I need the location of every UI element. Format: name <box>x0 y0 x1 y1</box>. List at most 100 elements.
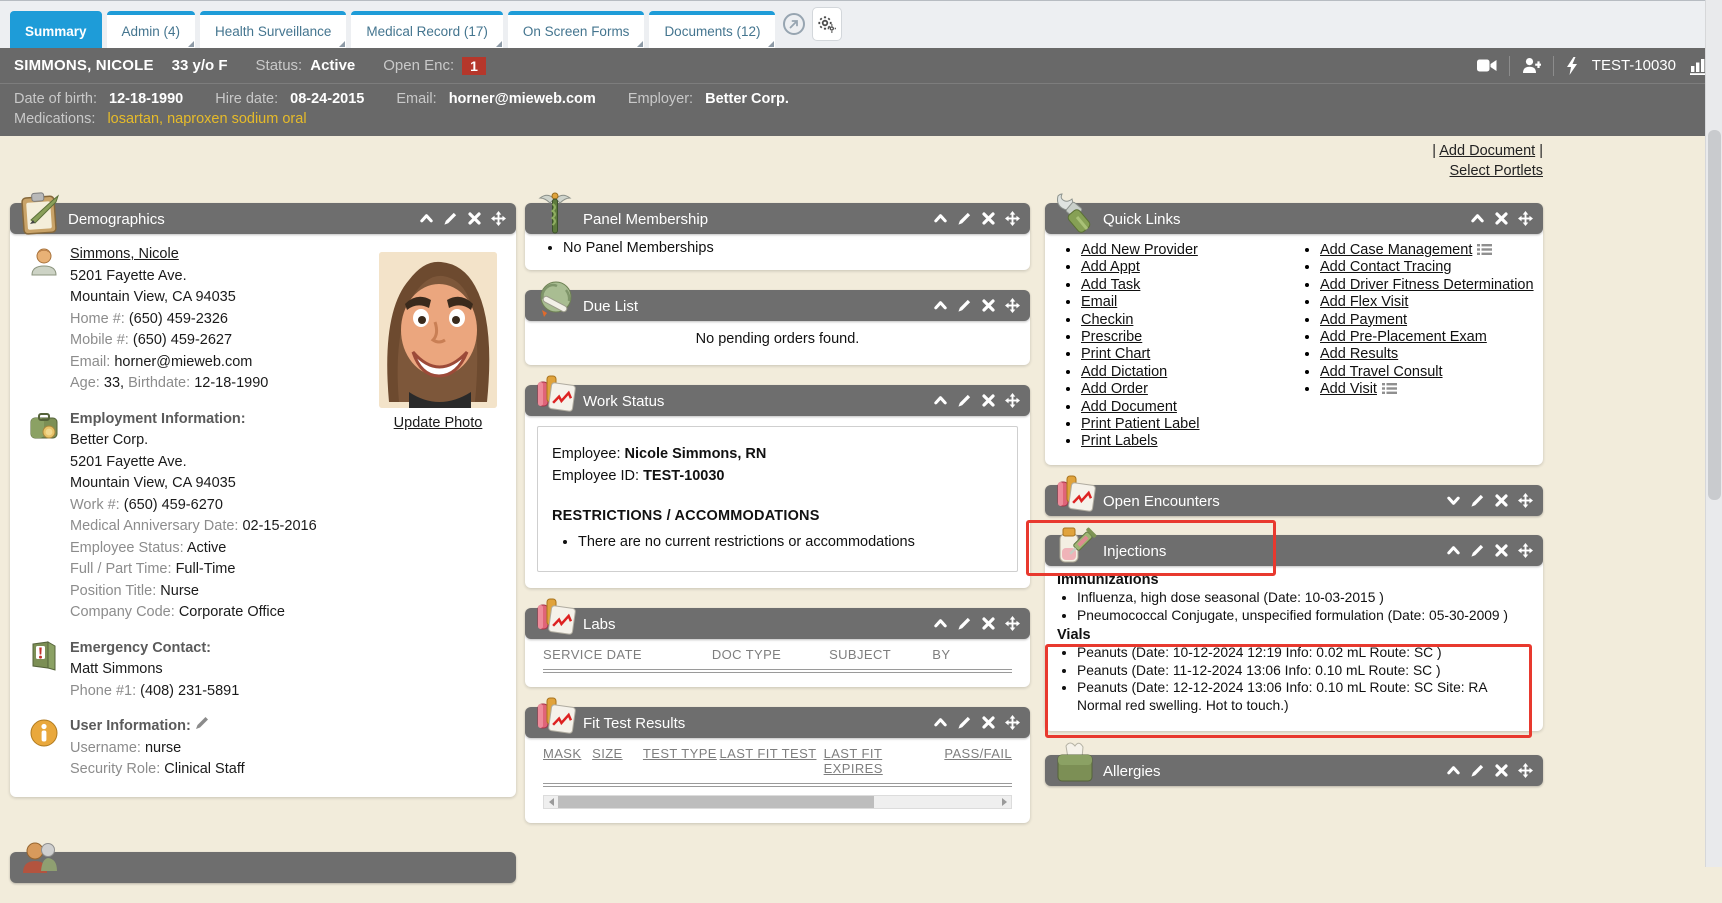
fit-col-size[interactable]: SIZE <box>592 746 643 776</box>
settings-gears-icon[interactable] <box>812 7 842 41</box>
quick-link[interactable]: Add Order <box>1081 381 1148 397</box>
expand-icon[interactable] <box>1446 493 1461 508</box>
close-icon[interactable] <box>981 715 996 730</box>
collapse-icon[interactable] <box>1446 543 1461 558</box>
move-handle-icon[interactable] <box>1005 616 1020 631</box>
move-handle-icon[interactable] <box>1518 763 1533 778</box>
quick-link[interactable]: Prescribe <box>1081 329 1142 345</box>
fit-col-test-type[interactable]: TEST TYPE <box>643 746 720 776</box>
move-handle-icon[interactable] <box>1518 493 1533 508</box>
edit-pencil-icon[interactable] <box>1470 543 1485 558</box>
edit-pencil-icon[interactable] <box>957 616 972 631</box>
collapse-icon[interactable] <box>1470 211 1485 226</box>
edit-pencil-icon[interactable] <box>1470 493 1485 508</box>
close-icon[interactable] <box>981 393 996 408</box>
cutoff-portlet-header[interactable] <box>10 852 516 883</box>
quick-link[interactable]: Add New Provider <box>1081 242 1198 258</box>
add-person-icon[interactable] <box>1522 57 1541 74</box>
select-portlets-link[interactable]: Select Portlets <box>1450 163 1544 179</box>
quick-link[interactable]: Add Driver Fitness Determination <box>1320 277 1534 293</box>
edit-pencil-icon[interactable] <box>957 211 972 226</box>
move-handle-icon[interactable] <box>1518 543 1533 558</box>
quick-link[interactable]: Print Patient Label <box>1081 416 1200 432</box>
close-icon[interactable] <box>467 211 482 226</box>
tab-on-screen-forms[interactable]: On Screen Forms <box>508 11 645 48</box>
scroll-left-arrow[interactable] <box>544 796 558 808</box>
quick-link[interactable]: Add Appt <box>1081 259 1140 275</box>
quick-link[interactable]: Add Payment <box>1320 312 1407 328</box>
move-handle-icon[interactable] <box>1005 393 1020 408</box>
fit-test-header[interactable]: Fit Test Results <box>525 707 1030 738</box>
quick-link[interactable]: Add Flex Visit <box>1320 294 1408 310</box>
quick-links-header[interactable]: Quick Links <box>1045 203 1543 234</box>
open-encounters-header[interactable]: Open Encounters <box>1045 485 1543 516</box>
panel-membership-header[interactable]: Panel Membership <box>525 203 1030 234</box>
collapse-icon[interactable] <box>933 211 948 226</box>
move-handle-icon[interactable] <box>1005 211 1020 226</box>
scrollbar-thumb[interactable] <box>1708 130 1721 500</box>
collapse-icon[interactable] <box>933 298 948 313</box>
fit-col-pass-fail[interactable]: PASS/FAIL <box>944 746 1012 776</box>
tab-documents[interactable]: Documents (12) <box>649 11 775 48</box>
close-icon[interactable] <box>1494 763 1509 778</box>
vertical-scrollbar[interactable] <box>1705 0 1722 867</box>
close-icon[interactable] <box>1494 493 1509 508</box>
close-icon[interactable] <box>981 298 996 313</box>
collapse-icon[interactable] <box>1446 763 1461 778</box>
move-handle-icon[interactable] <box>491 211 506 226</box>
add-document-link[interactable]: Add Document <box>1439 143 1535 159</box>
quick-link[interactable]: Add Document <box>1081 399 1177 415</box>
move-handle-icon[interactable] <box>1005 715 1020 730</box>
labs-header[interactable]: Labs <box>525 608 1030 639</box>
close-icon[interactable] <box>1494 211 1509 226</box>
scrollbar-thumb[interactable] <box>558 796 874 808</box>
close-icon[interactable] <box>981 211 996 226</box>
horizontal-scrollbar[interactable] <box>543 795 1012 809</box>
edit-pencil-icon[interactable] <box>195 716 209 730</box>
collapse-icon[interactable] <box>933 715 948 730</box>
quick-link[interactable]: Add Case Management <box>1320 242 1472 258</box>
tab-admin[interactable]: Admin (4) <box>107 11 196 48</box>
demographics-header[interactable]: Demographics <box>10 203 516 234</box>
list-menu-icon[interactable] <box>1477 243 1492 254</box>
work-status-header[interactable]: Work Status <box>525 385 1030 416</box>
collapse-icon[interactable] <box>419 211 434 226</box>
list-menu-icon[interactable] <box>1382 382 1397 393</box>
patient-name-link[interactable]: Simmons, Nicole <box>70 246 179 262</box>
fit-col-mask[interactable]: MASK <box>543 746 592 776</box>
video-call-icon[interactable] <box>1477 58 1497 73</box>
close-icon[interactable] <box>981 616 996 631</box>
due-list-header[interactable]: Due List <box>525 290 1030 321</box>
tab-medical-record[interactable]: Medical Record (17) <box>351 11 503 48</box>
fit-col-last-fit-expires[interactable]: LAST FIT EXPIRES <box>824 746 945 776</box>
quick-link[interactable]: Print Chart <box>1081 346 1150 362</box>
quick-link[interactable]: Print Labels <box>1081 433 1158 449</box>
scroll-right-arrow[interactable] <box>997 796 1011 808</box>
help-circle-icon[interactable] <box>783 13 805 35</box>
edit-pencil-icon[interactable] <box>957 393 972 408</box>
quick-link[interactable]: Add Dictation <box>1081 364 1167 380</box>
injections-header[interactable]: Injections <box>1045 535 1543 566</box>
edit-pencil-icon[interactable] <box>957 298 972 313</box>
quick-link[interactable]: Checkin <box>1081 312 1133 328</box>
close-icon[interactable] <box>1494 543 1509 558</box>
lightning-bolt-icon[interactable] <box>1566 57 1578 75</box>
edit-pencil-icon[interactable] <box>443 211 458 226</box>
move-handle-icon[interactable] <box>1518 211 1533 226</box>
medication-link[interactable]: losartan <box>107 111 159 127</box>
quick-link[interactable]: Add Results <box>1320 346 1398 362</box>
update-photo-link[interactable]: Update Photo <box>394 415 483 431</box>
quick-link[interactable]: Email <box>1081 294 1117 310</box>
move-handle-icon[interactable] <box>1005 298 1020 313</box>
quick-link[interactable]: Add Task <box>1081 277 1140 293</box>
edit-pencil-icon[interactable] <box>1470 763 1485 778</box>
quick-link[interactable]: Add Travel Consult <box>1320 364 1443 380</box>
tab-summary[interactable]: Summary <box>10 11 102 48</box>
quick-link[interactable]: Add Visit <box>1320 381 1377 397</box>
tab-health-surveillance[interactable]: Health Surveillance <box>200 11 346 48</box>
collapse-icon[interactable] <box>933 616 948 631</box>
allergies-header[interactable]: Allergies <box>1045 755 1543 786</box>
medication-link[interactable]: naproxen sodium oral <box>167 111 306 127</box>
fit-col-last-fit-test[interactable]: LAST FIT TEST <box>720 746 824 776</box>
quick-link[interactable]: Add Contact Tracing <box>1320 259 1451 275</box>
